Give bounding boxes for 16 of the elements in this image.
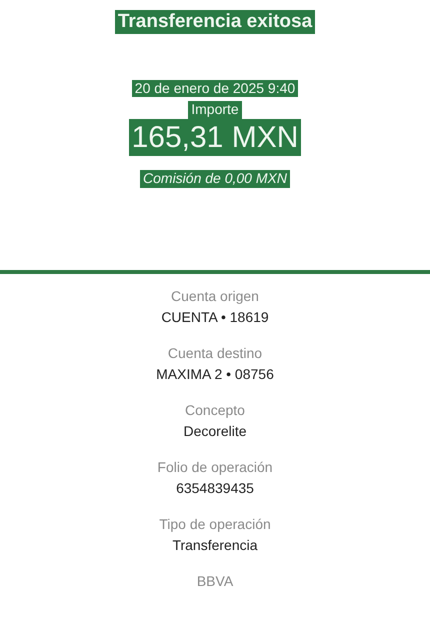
detail-value: 6354839435: [176, 480, 254, 496]
bank-name: BBVA: [196, 573, 234, 589]
detail-value: CUENTA • 18619: [161, 309, 269, 325]
detail-label: Tipo de operación: [159, 516, 271, 532]
amount-label: Importe: [188, 101, 242, 119]
amount-value: 165,31 MXN: [128, 118, 302, 156]
detail-label: Cuenta destino: [168, 345, 262, 361]
success-title: Transferencia exitosa: [114, 10, 316, 34]
detail-value: Decorelite: [183, 423, 247, 439]
transfer-date: 20 de enero de 2025 9:40: [132, 80, 298, 98]
detail-value: Transferencia: [172, 537, 258, 553]
detail-label: Folio de operación: [157, 459, 273, 475]
fee-text: Comisión de 0,00 MXN: [140, 170, 290, 188]
detail-label: Cuenta origen: [171, 288, 259, 304]
detail-value: MAXIMA 2 • 08756: [156, 366, 274, 382]
detail-label: Concepto: [185, 402, 245, 418]
